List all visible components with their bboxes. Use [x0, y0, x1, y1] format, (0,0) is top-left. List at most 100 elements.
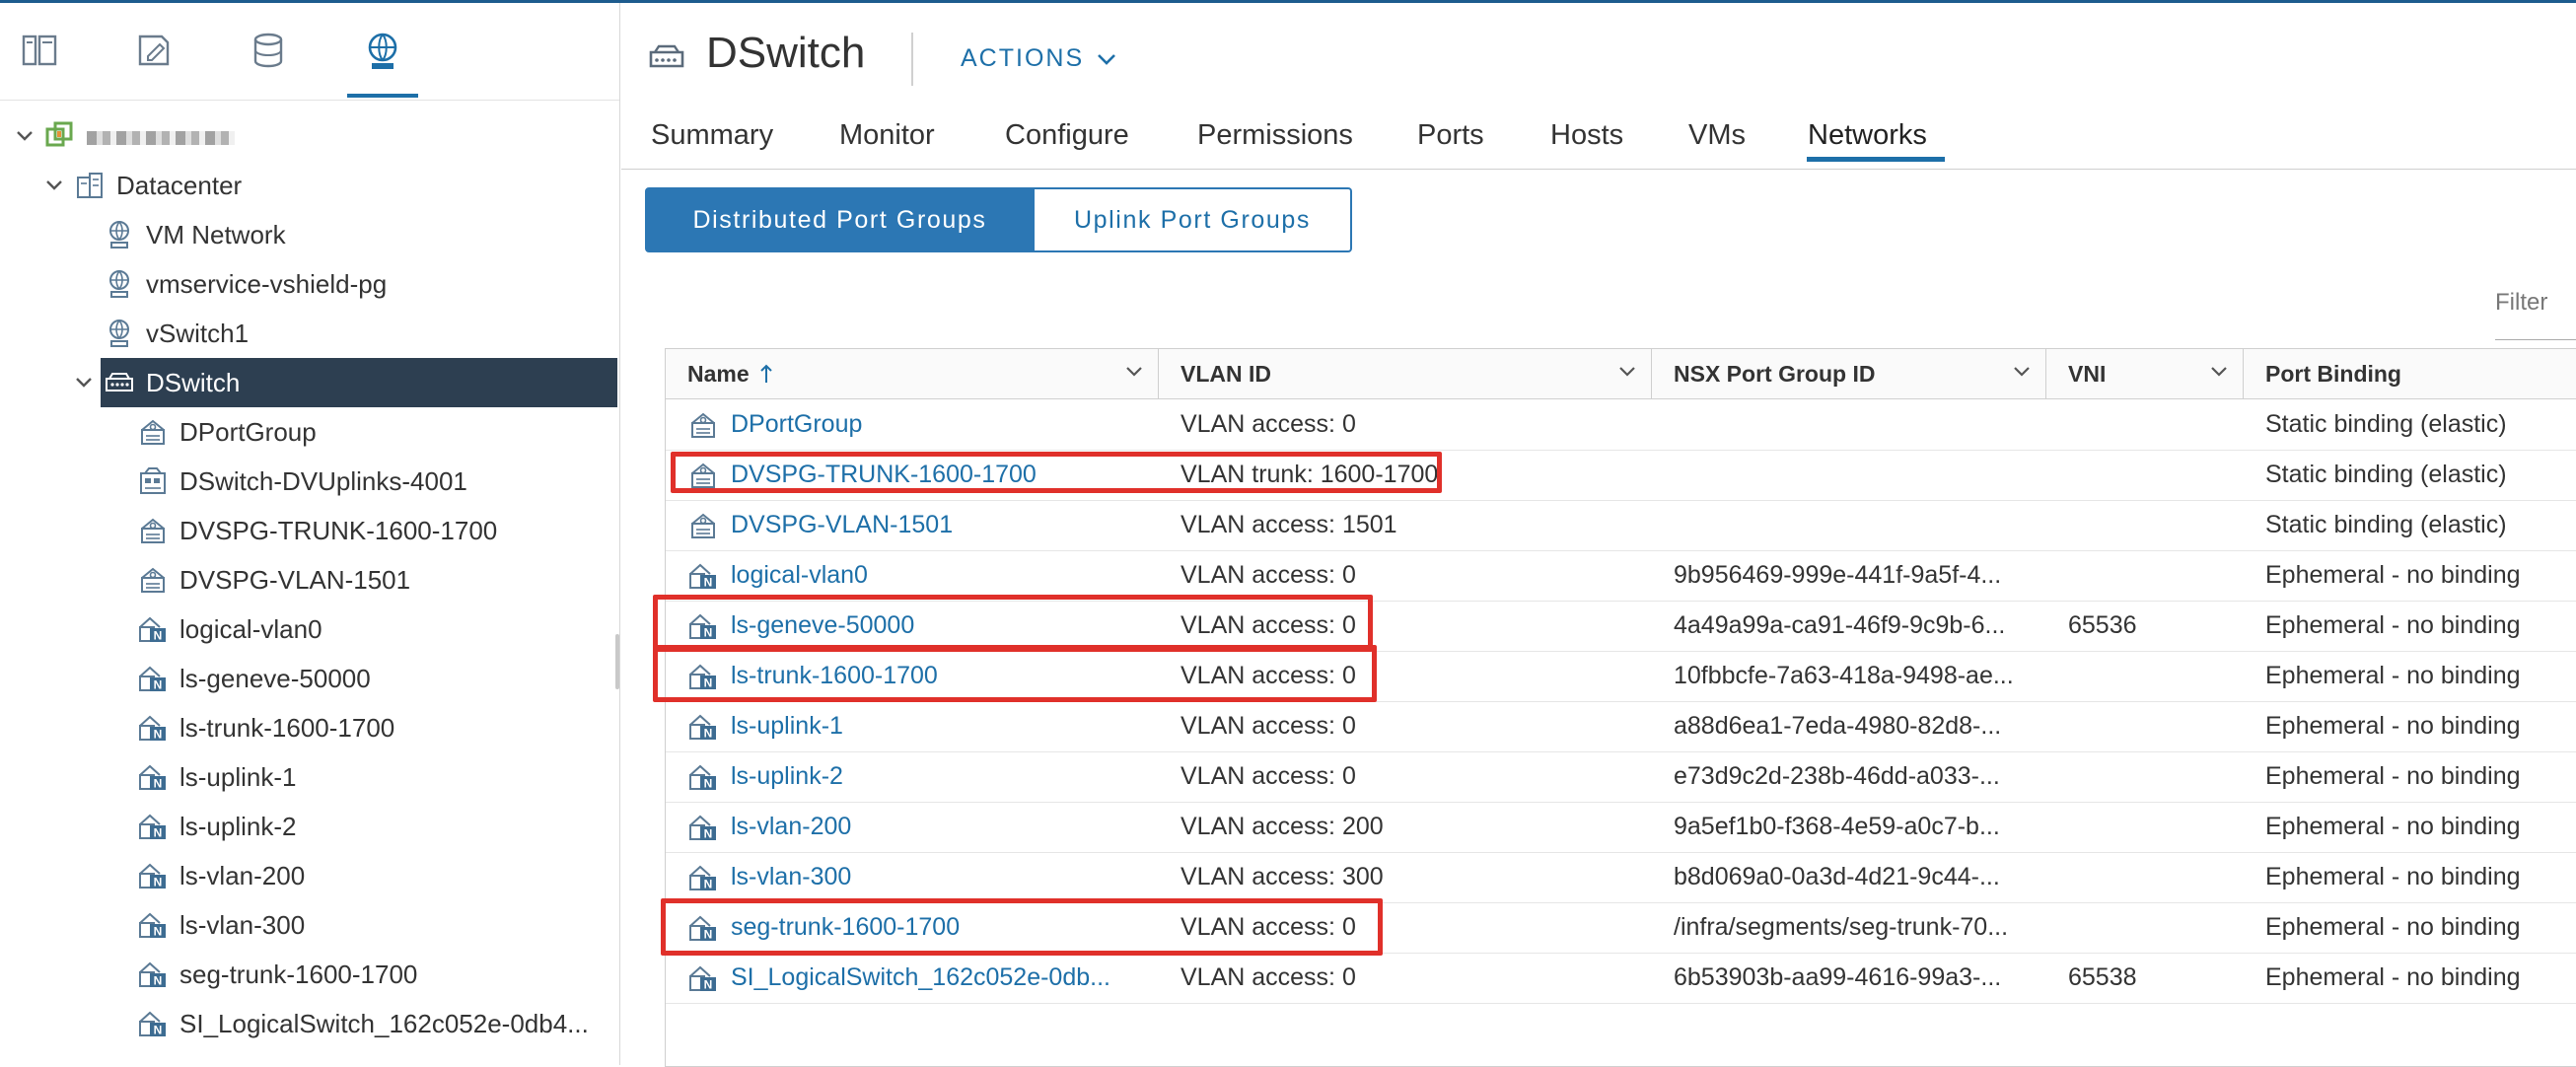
- column-header-name[interactable]: Name: [666, 349, 1159, 398]
- table-row[interactable]: DVSPG-VLAN-1501 VLAN access: 1501 Static b…: [666, 500, 2576, 551]
- nsx-portgroup-icon: N: [689, 965, 716, 991]
- column-header-port-binding[interactable]: Port Binding: [2244, 349, 2576, 398]
- tree-item-label: DVSPG-TRUNK-1600-1700: [179, 515, 498, 545]
- distributed-port-groups-button[interactable]: Distributed Port Groups: [645, 187, 1035, 252]
- tree-item-icon: [103, 317, 136, 350]
- chevron-down-icon[interactable]: [1124, 365, 1144, 379]
- table-row[interactable]: N SI_LogicalSwitch_162c052e-0db... VLAN ac…: [666, 953, 2576, 1004]
- port-group-name: ls-uplink-1: [731, 712, 843, 740]
- column-header-vlan-id[interactable]: VLAN ID: [1159, 349, 1652, 398]
- nsx-port-group-id-cell: [1674, 500, 2039, 550]
- port-group-name-link[interactable]: Nseg-trunk-1600-1700: [687, 902, 1151, 953]
- tree-item[interactable]: Nls-geneve-50000: [0, 654, 619, 703]
- port-group-icon: [687, 510, 719, 541]
- nsx-portgroup-icon: N: [139, 814, 166, 840]
- tree-item[interactable]: Datacenter: [0, 161, 619, 210]
- uplink-port-groups-button[interactable]: Uplink Port Groups: [1035, 187, 1352, 252]
- table-row[interactable]: Nls-vlan-200 VLAN access: 200 9a5ef1b0-f36…: [666, 802, 2576, 853]
- column-header-vni[interactable]: VNI: [2046, 349, 2244, 398]
- port-group-name-link[interactable]: Nls-trunk-1600-1700: [687, 651, 1151, 701]
- port-binding-cell: Ephemeral - no binding: [2265, 863, 2521, 890]
- tab-hosts[interactable]: Hosts: [1550, 119, 1623, 152]
- datacenter-icon: [77, 173, 103, 198]
- vni-cell: [2068, 701, 2236, 751]
- tree-item-icon: [73, 169, 107, 202]
- vlan-id-cell: VLAN access: 0: [1181, 410, 1356, 438]
- tree-item[interactable]: VM Network: [0, 210, 619, 259]
- port-group-name: seg-trunk-1600-1700: [731, 913, 961, 941]
- port-group-name-link[interactable]: N SI_LogicalSwitch_162c052e-0db...: [687, 953, 1151, 1003]
- table-row[interactable]: Nls-trunk-1600-1700 VLAN access: 0 10fbbcf…: [666, 651, 2576, 702]
- tree-item[interactable]: [0, 111, 619, 161]
- tab-storage[interactable]: [239, 31, 298, 90]
- inventory-navigator: Datacenter VM Network vmservice-vshield-pg…: [0, 3, 620, 1065]
- navigator-resize-handle[interactable]: [615, 634, 619, 689]
- chevron-down-icon[interactable]: [1617, 365, 1637, 379]
- tree-item[interactable]: DPortGroup: [0, 407, 619, 457]
- port-group-name-link[interactable]: Nls-vlan-300: [687, 852, 1151, 902]
- port-group-name-link[interactable]: DPortGroup: [687, 399, 1151, 450]
- table-row[interactable]: Nlogical-vlan0 VLAN access: 0 9b956469-999…: [666, 550, 2576, 602]
- tree-item-label: DSwitch-DVUplinks-4001: [179, 465, 467, 496]
- table-row[interactable]: DPortGroup VLAN access: 0 Static binding (…: [666, 399, 2576, 451]
- tab-monitor[interactable]: Monitor: [839, 119, 935, 152]
- table-row[interactable]: DVSPG-TRUNK-1600-1700 VLAN trunk: 1600-17…: [666, 450, 2576, 501]
- tree-item[interactable]: Nls-vlan-200: [0, 851, 619, 900]
- tree-item[interactable]: vSwitch1: [0, 309, 619, 358]
- tab-networking[interactable]: [347, 31, 418, 98]
- actions-menu-button[interactable]: ACTIONS: [961, 44, 1117, 73]
- port-group-name-link[interactable]: DVSPG-TRUNK-1600-1700: [687, 450, 1151, 500]
- tab-networks[interactable]: Networks: [1808, 119, 1927, 152]
- tree-item-label: ls-uplink-2: [179, 811, 297, 841]
- tree-item[interactable]: DSwitch: [76, 358, 617, 407]
- tree-item[interactable]: DVSPG-TRUNK-1600-1700: [0, 506, 619, 555]
- tree-item[interactable]: Nlogical-vlan0: [0, 605, 619, 654]
- tab-configure[interactable]: Configure: [1005, 119, 1129, 152]
- tree-expander[interactable]: [71, 370, 97, 395]
- tab-ports[interactable]: Ports: [1417, 119, 1484, 152]
- tree-item[interactable]: DSwitch-DVUplinks-4001: [0, 457, 619, 506]
- tab-permissions[interactable]: Permissions: [1197, 119, 1353, 152]
- tree-item[interactable]: DVSPG-VLAN-1501: [0, 555, 619, 605]
- network-icon: [109, 320, 129, 347]
- port-group-name: DVSPG-VLAN-1501: [731, 511, 954, 538]
- tree-item[interactable]: Nseg-trunk-1600-1700: [0, 950, 619, 999]
- port-group-name-link[interactable]: Nlogical-vlan0: [687, 550, 1151, 601]
- nsx-portgroup-icon: N: [689, 764, 716, 790]
- table-row[interactable]: Nls-geneve-50000 VLAN access: 0 4a49a99a-c…: [666, 601, 2576, 652]
- tree-item[interactable]: N SI_LogicalSwitch_162c052e-0db4...: [0, 999, 619, 1048]
- chevron-down-icon[interactable]: [2209, 365, 2229, 379]
- port-group-name-link[interactable]: Nls-uplink-1: [687, 701, 1151, 751]
- port-group-name-link[interactable]: DVSPG-VLAN-1501: [687, 500, 1151, 550]
- tree-expander[interactable]: [41, 173, 67, 198]
- tree-item[interactable]: Nls-trunk-1600-1700: [0, 703, 619, 752]
- tab-summary[interactable]: Summary: [651, 119, 773, 152]
- tab-vms[interactable]: VMs: [1688, 119, 1746, 152]
- filter-input[interactable]: Filter: [2495, 289, 2547, 317]
- tab-vms-and-templates[interactable]: [124, 31, 183, 90]
- chevron-down-icon[interactable]: [2012, 365, 2032, 379]
- network-icon: [109, 221, 129, 249]
- chevron-down-icon: [1098, 53, 1116, 65]
- port-binding-cell: Static binding (elastic): [2265, 461, 2507, 488]
- port-group-type-toggle: Distributed Port Groups Uplink Port Grou…: [645, 187, 1352, 252]
- tree-expander[interactable]: [12, 123, 37, 149]
- column-label: VNI: [2068, 360, 2107, 387]
- table-row[interactable]: Nls-uplink-2 VLAN access: 0 e73d9c2d-238b-…: [666, 751, 2576, 803]
- table-row[interactable]: Nseg-trunk-1600-1700 VLAN access: 0/infra…: [666, 902, 2576, 954]
- port-group-name-link[interactable]: Nls-geneve-50000: [687, 601, 1151, 651]
- column-header-nsx-port-group-id[interactable]: NSX Port Group ID: [1652, 349, 2046, 398]
- port-group-name-link[interactable]: Nls-vlan-200: [687, 802, 1151, 852]
- tree-item[interactable]: Nls-uplink-1: [0, 752, 619, 802]
- tree-item[interactable]: vmservice-vshield-pg: [0, 259, 619, 309]
- tree-item-icon: [136, 563, 170, 597]
- port-group-name-link[interactable]: Nls-uplink-2: [687, 751, 1151, 802]
- tree-item[interactable]: Nls-vlan-300: [0, 900, 619, 950]
- tree-item-icon: N: [136, 859, 170, 892]
- table-row[interactable]: Nls-vlan-300 VLAN access: 300 b8d069a0-0a3…: [666, 852, 2576, 903]
- tree-item[interactable]: Nls-uplink-2: [0, 802, 619, 851]
- table-row[interactable]: Nls-uplink-1 VLAN access: 0 a88d6ea1-7eda-…: [666, 701, 2576, 752]
- vni-cell: [2068, 802, 2236, 852]
- vni-cell: [2068, 902, 2236, 953]
- tab-hosts-and-clusters[interactable]: [10, 31, 69, 90]
